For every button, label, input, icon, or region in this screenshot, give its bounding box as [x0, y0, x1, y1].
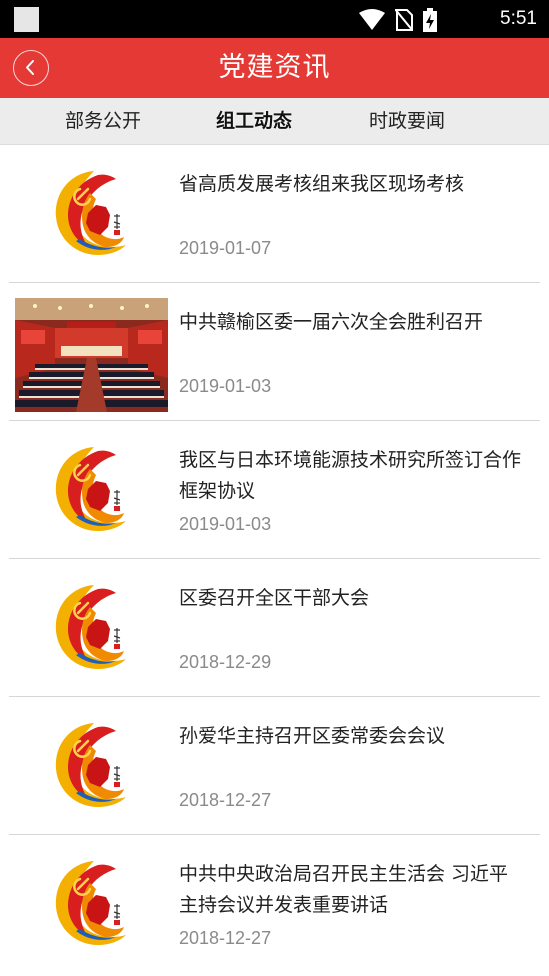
news-item[interactable]: 孙爱华主持召开区委常委会会议 2018-12-27 — [0, 697, 549, 835]
party-logo-thumbnail — [54, 445, 128, 533]
news-date: 2019-01-07 — [179, 238, 272, 258]
news-item[interactable]: 区委召开全区干部大会 2018-12-29 — [0, 559, 549, 697]
news-item[interactable]: 中共中央政治局召开民主生活会 习近平主持会议并发表重要讲话 2018-12-27 — [0, 835, 549, 973]
news-list: 省高质发展考核组来我区现场考核 2019-01-07 中共赣榆区委一届六次全会胜… — [0, 145, 549, 973]
app-header: 党建资讯 — [0, 38, 549, 98]
news-title: 中共赣榆区委一届六次全会胜利召开 — [179, 311, 484, 333]
tab-department-affairs[interactable]: 部务公开 — [65, 108, 141, 134]
party-logo-thumbnail — [54, 169, 128, 257]
news-date: 2018-12-27 — [179, 928, 272, 948]
news-title: 中共中央政治局召开民主生活会 习近平主持会议并发表重要讲话 — [179, 863, 509, 916]
status-bar: 5:51 — [0, 0, 549, 38]
news-item[interactable]: 我区与日本环境能源技术研究所签订合作框架协议 2019-01-03 — [0, 421, 549, 559]
news-title: 孙爱华主持召开区委常委会会议 — [179, 725, 446, 747]
news-date: 2018-12-27 — [179, 790, 272, 810]
party-logo-thumbnail — [54, 859, 128, 947]
tab-bar: 部务公开 组工动态 时政要闻 — [0, 98, 549, 145]
news-item[interactable]: 中共赣榆区委一届六次全会胜利召开 2019-01-03 — [0, 283, 549, 421]
tab-political-news[interactable]: 时政要闻 — [369, 108, 445, 134]
news-date: 2018-12-29 — [179, 652, 272, 672]
notification-icon — [14, 7, 39, 32]
news-title: 我区与日本环境能源技术研究所签订合作框架协议 — [179, 449, 522, 502]
conference-photo-thumbnail — [15, 298, 168, 412]
battery-charging-icon — [423, 8, 437, 32]
wifi-icon — [359, 9, 385, 30]
party-logo-thumbnail — [54, 721, 128, 809]
tab-organization-news[interactable]: 组工动态 — [216, 108, 292, 134]
news-date: 2019-01-03 — [179, 376, 272, 396]
page-title: 党建资讯 — [218, 52, 331, 83]
news-date: 2019-01-03 — [179, 514, 272, 534]
party-logo-thumbnail — [54, 583, 128, 671]
status-icons — [359, 8, 437, 32]
no-sim-icon — [395, 9, 413, 31]
news-item[interactable]: 省高质发展考核组来我区现场考核 2019-01-07 — [0, 145, 549, 283]
news-title: 区委召开全区干部大会 — [179, 587, 370, 609]
clock: 5:51 — [500, 8, 537, 29]
news-title: 省高质发展考核组来我区现场考核 — [179, 173, 465, 195]
